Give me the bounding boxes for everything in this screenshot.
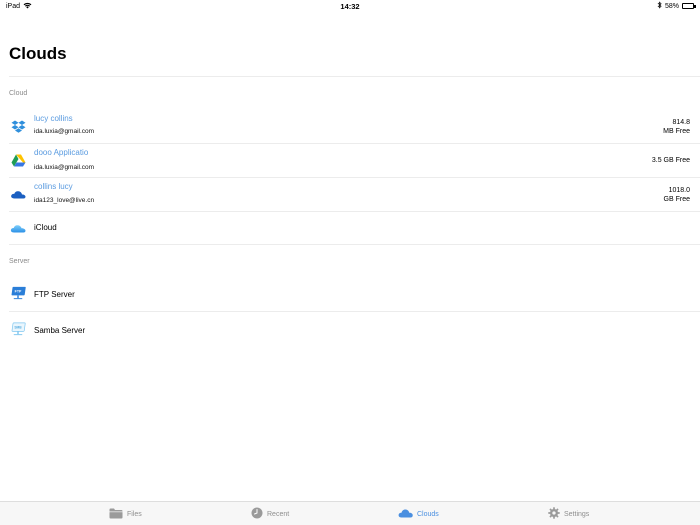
cloud-account-onedrive[interactable]: collins lucy ida123_love@live.cn 1018.0 … [0,178,700,212]
clock-icon [251,507,263,521]
status-left: iPad [6,2,32,11]
bluetooth-icon [657,1,662,11]
cloud-account-dropbox[interactable]: lucy collins ida.luxia@gmail.com 814.8 M… [0,110,700,144]
account-name: collins lucy [34,182,73,191]
server-name: Samba Server [34,326,86,335]
battery-icon [682,3,696,9]
ftp-badge: FTP [15,290,22,294]
account-name: iCloud [34,223,57,232]
account-email: ida.luxia@gmail.com [34,128,95,135]
samba-server-icon: SMB [10,322,26,336]
account-name: dooo Applicatio [34,148,89,157]
free-space: 1018.0 GB Free [650,186,690,204]
ftp-server-icon: FTP [10,286,26,300]
server-samba[interactable]: SMB Samba Server [0,312,700,348]
tab-label: Recent [267,510,290,518]
title-divider [9,76,700,77]
status-bar: iPad 14:32 58% [0,0,700,12]
free-space-value: 1018.0 [668,187,690,194]
tab-clouds[interactable]: Clouds [398,502,439,525]
tab-label: Settings [564,510,590,518]
account-email: ida.luxia@gmail.com [34,164,95,171]
section-header-server: Server [9,258,30,265]
tab-label: Files [127,510,142,518]
status-right: 58% [657,1,696,11]
gear-icon [548,507,560,521]
free-space: 3.5 GB Free [630,156,690,165]
account-email: ida123_love@live.cn [34,197,95,204]
wifi-icon [23,2,32,11]
google-drive-icon [10,153,26,167]
free-space-value: 3.5 GB Free [651,157,690,164]
tab-settings[interactable]: Settings [548,502,589,525]
cloud-account-google-drive[interactable]: dooo Applicatio ida.luxia@gmail.com 3.5 … [0,144,700,178]
dropbox-icon [10,119,26,133]
onedrive-icon [10,187,26,201]
row-divider [9,244,700,245]
tab-label: Clouds [417,510,439,518]
free-space-unit: MB Free [663,128,690,135]
device-name: iPad [6,2,21,10]
status-time: 14:32 [340,1,360,11]
folder-icon [109,508,123,521]
cloud-icon [398,508,413,520]
cloud-account-icloud[interactable]: iCloud [0,212,700,245]
section-header-cloud: Cloud [9,90,28,97]
server-name: FTP Server [34,290,75,299]
account-name: lucy collins [34,114,73,123]
icloud-icon [10,221,26,235]
tab-files[interactable]: Files [109,502,142,525]
tab-bar: Files Recent Clouds Settings [0,501,700,525]
smb-badge: SMB [14,326,22,330]
free-space-unit: GB Free [663,196,690,203]
page-title: Clouds [9,44,67,63]
server-ftp[interactable]: FTP FTP Server [0,278,700,312]
tab-recent[interactable]: Recent [251,502,289,525]
free-space: 814.8 MB Free [650,118,690,136]
free-space-value: 814.8 [672,119,690,126]
battery-percent: 58% [664,2,679,10]
